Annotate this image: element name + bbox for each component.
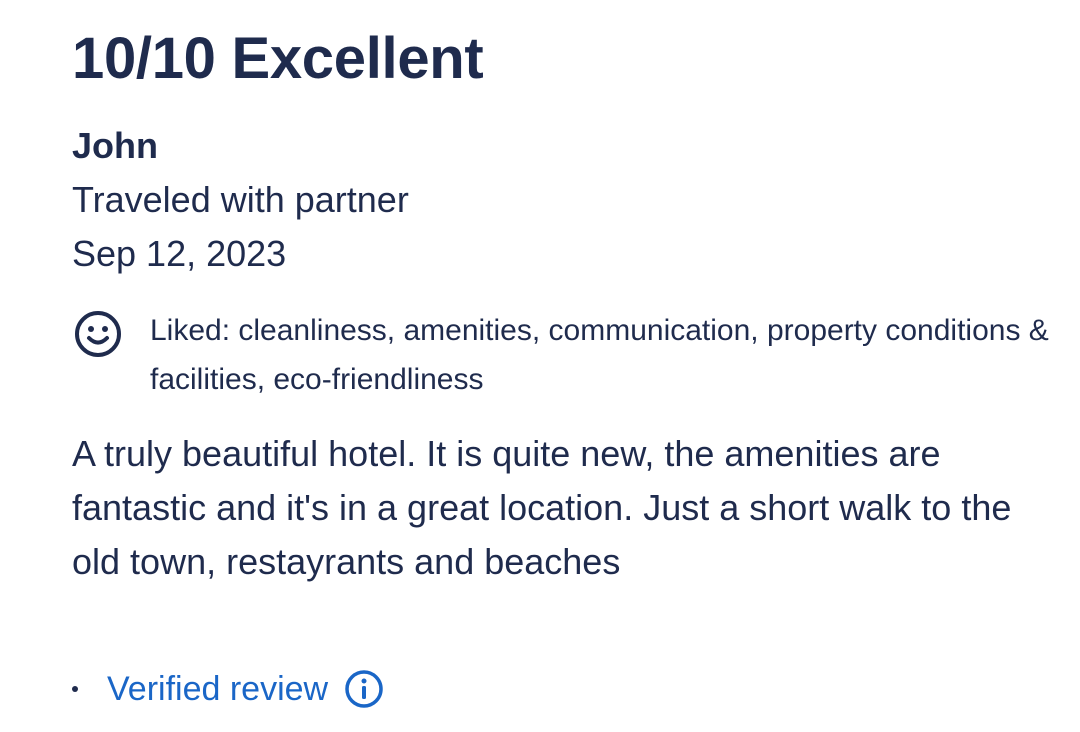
traveler-type: Traveled with partner — [72, 179, 409, 220]
smile-icon — [75, 311, 121, 357]
review-body: A truly beautiful hotel. It is quite new… — [72, 433, 1012, 582]
review-date: Sep 12, 2023 — [72, 233, 287, 274]
rating-title: 10/10 Excellent — [72, 26, 484, 91]
liked-section: Liked: cleanliness, amenities, communica… — [72, 306, 1052, 404]
bullet-icon — [72, 686, 78, 692]
verified-review-row: Verified review — [72, 664, 384, 714]
liked-text: Liked: cleanliness, amenities, communica… — [150, 314, 1049, 396]
review-card: 10/10 Excellent John Traveled with partn… — [0, 0, 1080, 732]
reviewer-name: John — [72, 125, 158, 166]
info-icon[interactable] — [344, 669, 384, 709]
verified-review-link[interactable]: Verified review — [107, 667, 328, 711]
